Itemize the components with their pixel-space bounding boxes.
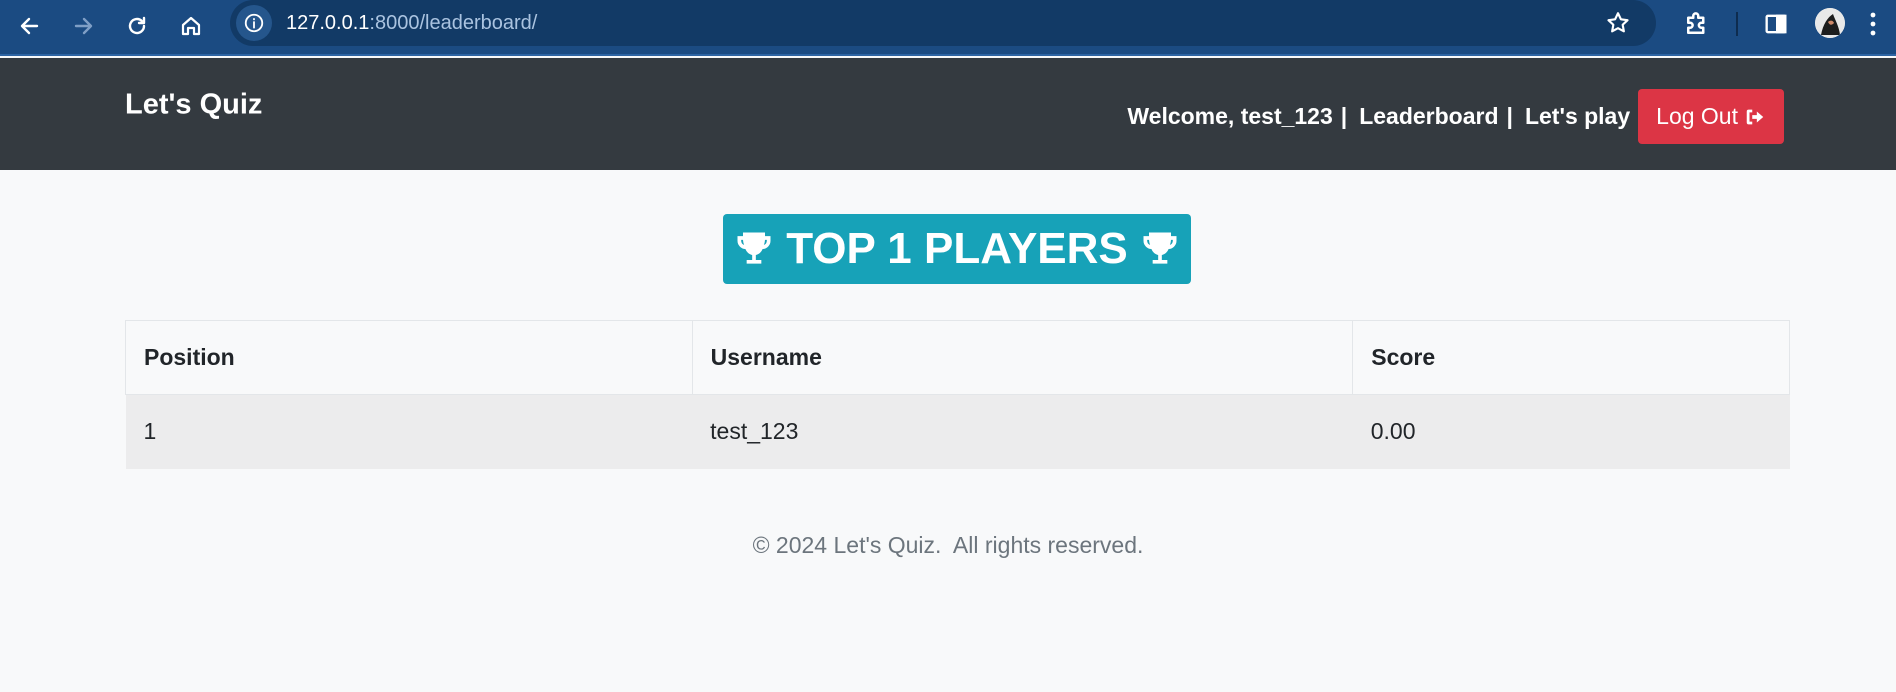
url-text[interactable]: 127.0.0.1:8000/leaderboard/	[286, 12, 537, 35]
welcome-text: Welcome, test_123	[1127, 103, 1333, 129]
banner-title: TOP 1 PLAYERS	[786, 224, 1128, 273]
leaderboard-table: Position Username Score 1 test_123 0.00	[125, 320, 1790, 469]
cell-position: 1	[125, 394, 693, 469]
logout-label: Log Out	[1656, 103, 1738, 129]
logout-button[interactable]: Log Out	[1638, 89, 1784, 144]
address-bar[interactable]: 127.0.0.1:8000/leaderboard/	[230, 0, 1656, 46]
footer-copyright: © 2024 Let's Quiz. All rights reserved.	[752, 532, 1144, 558]
url-path: :8000/leaderboard/	[369, 12, 538, 34]
toolbar-divider	[1736, 12, 1738, 36]
kebab-menu-icon[interactable]	[1868, 10, 1878, 38]
navbar-right: Welcome, test_123 | Leaderboard | Let's …	[1127, 89, 1784, 144]
puzzle-icon[interactable]	[1682, 9, 1712, 39]
column-header-score: Score	[1352, 320, 1790, 395]
forward-arrow-icon[interactable]	[63, 6, 103, 46]
profile-avatar[interactable]	[1815, 8, 1845, 38]
top-players-banner: TOP 1 PLAYERS	[723, 214, 1191, 284]
reload-icon[interactable]	[117, 6, 157, 46]
app-navbar: Let's Quiz Welcome, test_123 | Leaderboa…	[0, 58, 1896, 170]
cell-score: 0.00	[1352, 394, 1790, 469]
cell-username: test_123	[692, 394, 1353, 469]
trophy-icon	[737, 232, 771, 264]
star-icon[interactable]	[1605, 10, 1631, 36]
nav-separator: |	[1506, 103, 1513, 129]
column-header-position: Position	[125, 320, 693, 395]
trophy-icon	[1143, 232, 1177, 264]
sign-out-icon	[1746, 109, 1764, 124]
nav-separator: |	[1340, 103, 1348, 129]
table-header-row: Position Username Score	[125, 320, 1790, 395]
back-arrow-icon[interactable]	[10, 6, 50, 46]
nav-link-leaderboard[interactable]: Leaderboard	[1359, 103, 1498, 130]
home-icon[interactable]	[171, 6, 211, 46]
browser-toolbar: 127.0.0.1:8000/leaderboard/	[0, 0, 1896, 56]
side-panel-icon[interactable]	[1762, 10, 1790, 38]
brand-logo-text[interactable]: Let's Quiz	[125, 89, 262, 122]
url-host: 127.0.0.1	[286, 12, 370, 34]
nav-link-lets-play[interactable]: Let's play	[1525, 103, 1630, 130]
column-header-username: Username	[691, 320, 1354, 395]
info-icon[interactable]	[236, 5, 272, 41]
table-row: 1 test_123 0.00	[125, 394, 1790, 469]
